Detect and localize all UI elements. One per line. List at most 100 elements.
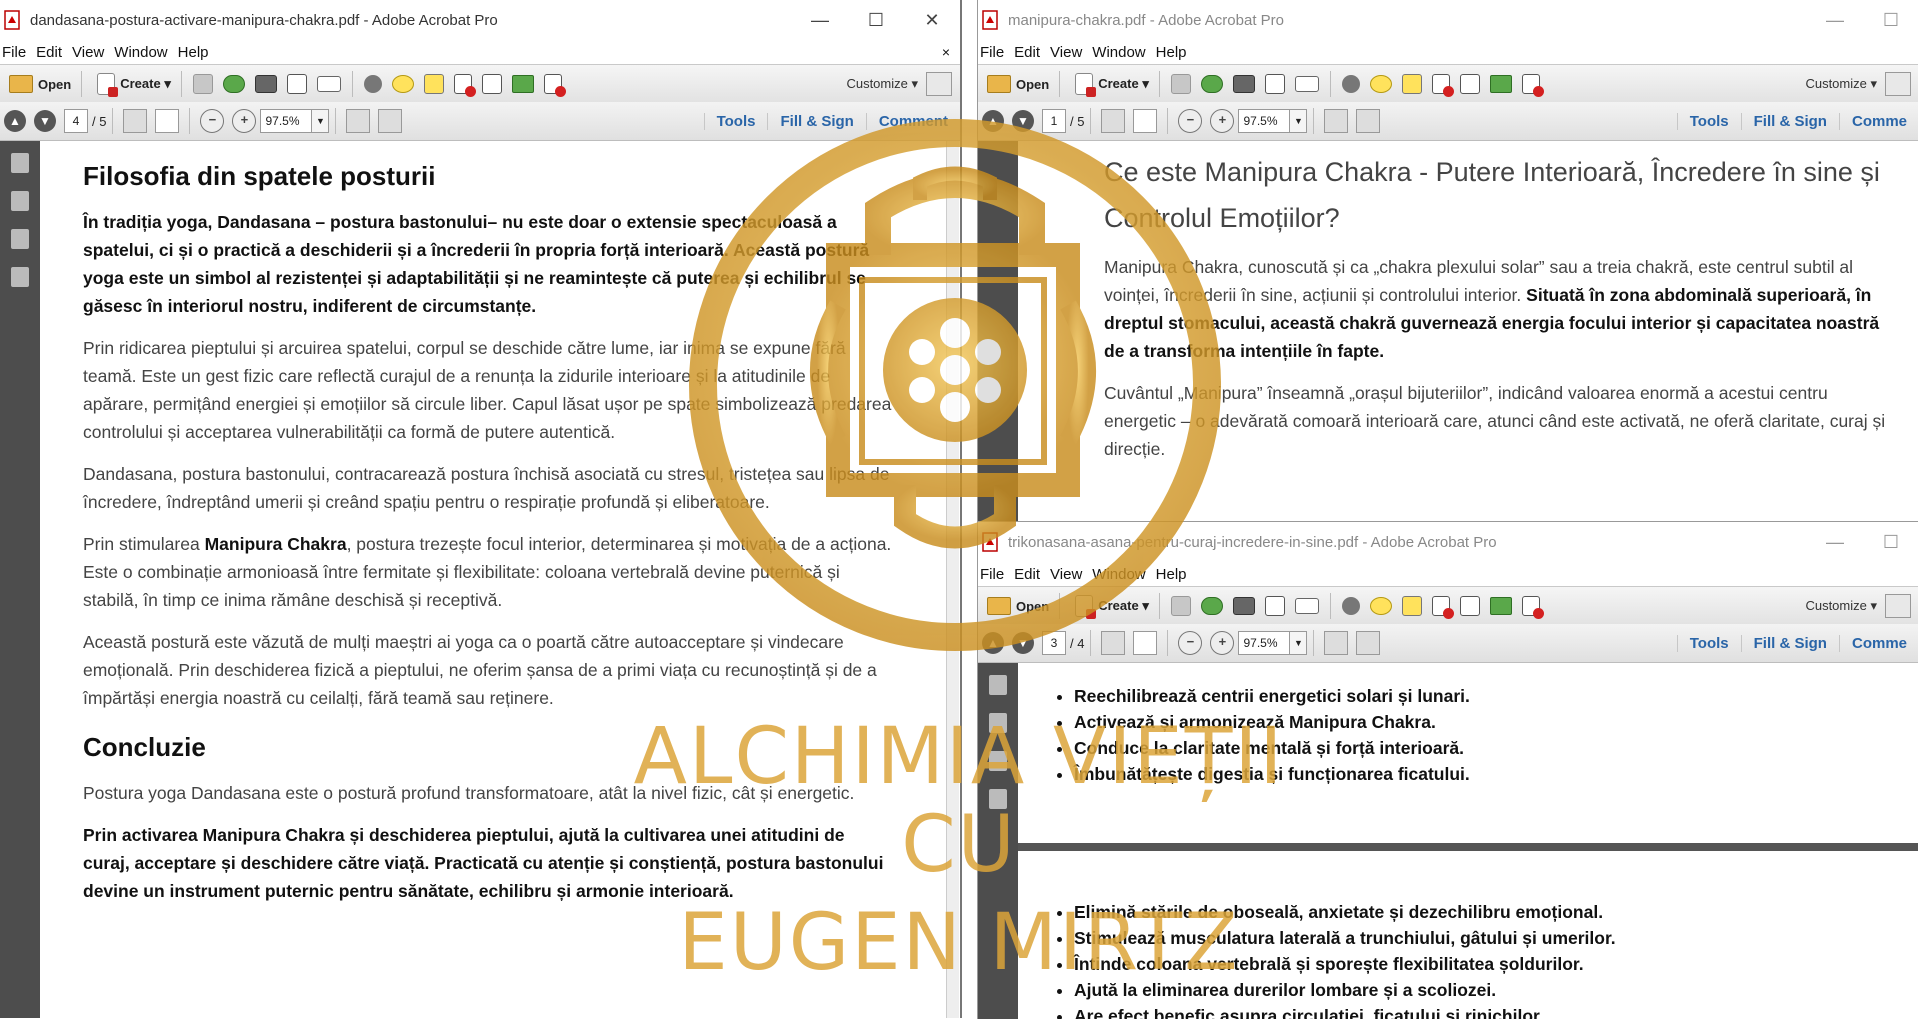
page-thumbnails-icon[interactable]: [11, 153, 29, 173]
attachment-icon[interactable]: [989, 751, 1007, 771]
sign-icon[interactable]: [1401, 74, 1422, 94]
menu-edit[interactable]: Edit: [1014, 566, 1040, 583]
prev-page-icon[interactable]: ▲: [982, 632, 1004, 654]
menu-help[interactable]: Help: [1156, 44, 1187, 61]
full-screen-icon[interactable]: [378, 109, 403, 133]
save-icon[interactable]: [192, 74, 213, 94]
signature-icon[interactable]: [11, 267, 29, 287]
hand-tool-icon[interactable]: [1133, 109, 1158, 133]
mail-icon[interactable]: [1294, 76, 1319, 92]
close-document-button[interactable]: ×: [942, 44, 950, 60]
comment-icon[interactable]: [1369, 597, 1392, 615]
customize-dropdown[interactable]: Customize ▾: [846, 76, 918, 92]
hand-tool-icon[interactable]: [155, 109, 180, 133]
zoom-in-icon[interactable]: +: [232, 109, 257, 133]
search-doc-icon[interactable]: [1459, 74, 1480, 94]
save-icon[interactable]: [1170, 596, 1191, 616]
next-page-icon[interactable]: ▼: [1012, 632, 1034, 654]
open-button[interactable]: Open: [982, 75, 1049, 93]
close-button[interactable]: ✕: [904, 10, 960, 31]
zoom-dropdown-icon[interactable]: ▼: [1290, 631, 1308, 655]
tab-tools[interactable]: Tools: [703, 112, 768, 130]
page-thumbnails-icon[interactable]: [989, 675, 1007, 695]
zoom-input[interactable]: 97.5%: [260, 109, 313, 133]
full-screen-icon[interactable]: [1356, 109, 1381, 133]
expand-icon[interactable]: [1885, 72, 1911, 96]
comment-icon[interactable]: [1369, 75, 1392, 93]
menu-edit[interactable]: Edit: [1014, 44, 1040, 61]
print-icon[interactable]: [254, 75, 277, 93]
form-icon[interactable]: [543, 74, 566, 97]
sign-icon[interactable]: [1401, 596, 1422, 616]
menu-file[interactable]: File: [980, 566, 1004, 583]
full-screen-icon[interactable]: [1356, 631, 1381, 655]
zoom-out-icon[interactable]: −: [1178, 109, 1203, 133]
create-button[interactable]: Create ▾: [1070, 73, 1149, 97]
page-number-input[interactable]: 1: [1042, 109, 1066, 133]
zoom-input[interactable]: 97.5%: [1238, 109, 1291, 133]
expand-icon[interactable]: [926, 72, 952, 96]
form-icon[interactable]: [1521, 596, 1544, 619]
maximize-button[interactable]: ☐: [1863, 10, 1918, 31]
sign-icon[interactable]: [423, 74, 444, 94]
menu-window[interactable]: Window: [1092, 566, 1145, 583]
prev-page-icon[interactable]: ▲: [4, 110, 26, 132]
print-icon[interactable]: [1232, 597, 1255, 615]
maximize-button[interactable]: ☐: [848, 10, 904, 31]
minimize-button[interactable]: —: [1807, 532, 1863, 553]
mail-icon[interactable]: [316, 76, 341, 92]
redact-icon[interactable]: [1431, 596, 1454, 619]
customize-dropdown[interactable]: Customize ▾: [1805, 76, 1877, 92]
select-tool-icon[interactable]: [1101, 109, 1126, 133]
bookmark-icon[interactable]: [11, 191, 29, 211]
mail-icon[interactable]: [1294, 598, 1319, 614]
hand-tool-icon[interactable]: [1133, 631, 1158, 655]
edit-icon[interactable]: [1264, 74, 1285, 94]
tab-tools[interactable]: Tools: [1676, 634, 1741, 652]
prev-page-icon[interactable]: ▲: [982, 110, 1004, 132]
menu-window[interactable]: Window: [114, 44, 167, 61]
tab-fill-sign[interactable]: Fill & Sign: [1740, 112, 1839, 130]
zoom-out-icon[interactable]: −: [200, 109, 225, 133]
menu-window[interactable]: Window: [1092, 44, 1145, 61]
signature-icon[interactable]: [989, 789, 1007, 809]
export-icon[interactable]: [1489, 75, 1512, 93]
export-icon[interactable]: [1489, 597, 1512, 615]
gear-icon[interactable]: [363, 75, 382, 93]
menu-help[interactable]: Help: [1156, 566, 1187, 583]
tab-fill-sign[interactable]: Fill & Sign: [1740, 634, 1839, 652]
vertical-scrollbar[interactable]: [946, 141, 959, 1018]
create-button[interactable]: Create ▾: [1070, 595, 1149, 619]
tab-comment[interactable]: Comme: [1838, 112, 1918, 130]
page-number-input[interactable]: 3: [1042, 631, 1066, 655]
menu-file[interactable]: File: [2, 44, 26, 61]
edit-icon[interactable]: [1264, 596, 1285, 616]
search-doc-icon[interactable]: [481, 74, 502, 94]
redact-icon[interactable]: [453, 74, 476, 97]
select-tool-icon[interactable]: [1101, 631, 1126, 655]
tab-comment[interactable]: Comme: [1838, 634, 1918, 652]
export-icon[interactable]: [511, 75, 534, 93]
menu-view[interactable]: View: [1050, 44, 1082, 61]
edit-icon[interactable]: [286, 74, 307, 94]
zoom-in-icon[interactable]: +: [1210, 109, 1235, 133]
gear-icon[interactable]: [1341, 597, 1360, 615]
customize-dropdown[interactable]: Customize ▾: [1805, 598, 1877, 614]
fit-page-icon[interactable]: [346, 109, 371, 133]
cloud-upload-icon[interactable]: [1200, 597, 1223, 615]
create-button[interactable]: Create ▾: [92, 73, 171, 97]
cloud-upload-icon[interactable]: [1200, 75, 1223, 93]
maximize-button[interactable]: ☐: [1863, 532, 1918, 553]
zoom-in-icon[interactable]: +: [1210, 631, 1235, 655]
menu-edit[interactable]: Edit: [36, 44, 62, 61]
redact-icon[interactable]: [1431, 74, 1454, 97]
zoom-input[interactable]: 97.5%: [1238, 631, 1291, 655]
fit-page-icon[interactable]: [1324, 109, 1349, 133]
tab-fill-sign[interactable]: Fill & Sign: [767, 112, 865, 130]
bookmark-icon[interactable]: [989, 713, 1007, 733]
form-icon[interactable]: [1521, 74, 1544, 97]
zoom-dropdown-icon[interactable]: ▼: [312, 109, 330, 133]
fit-page-icon[interactable]: [1324, 631, 1349, 655]
print-icon[interactable]: [1232, 75, 1255, 93]
gear-icon[interactable]: [1341, 75, 1360, 93]
